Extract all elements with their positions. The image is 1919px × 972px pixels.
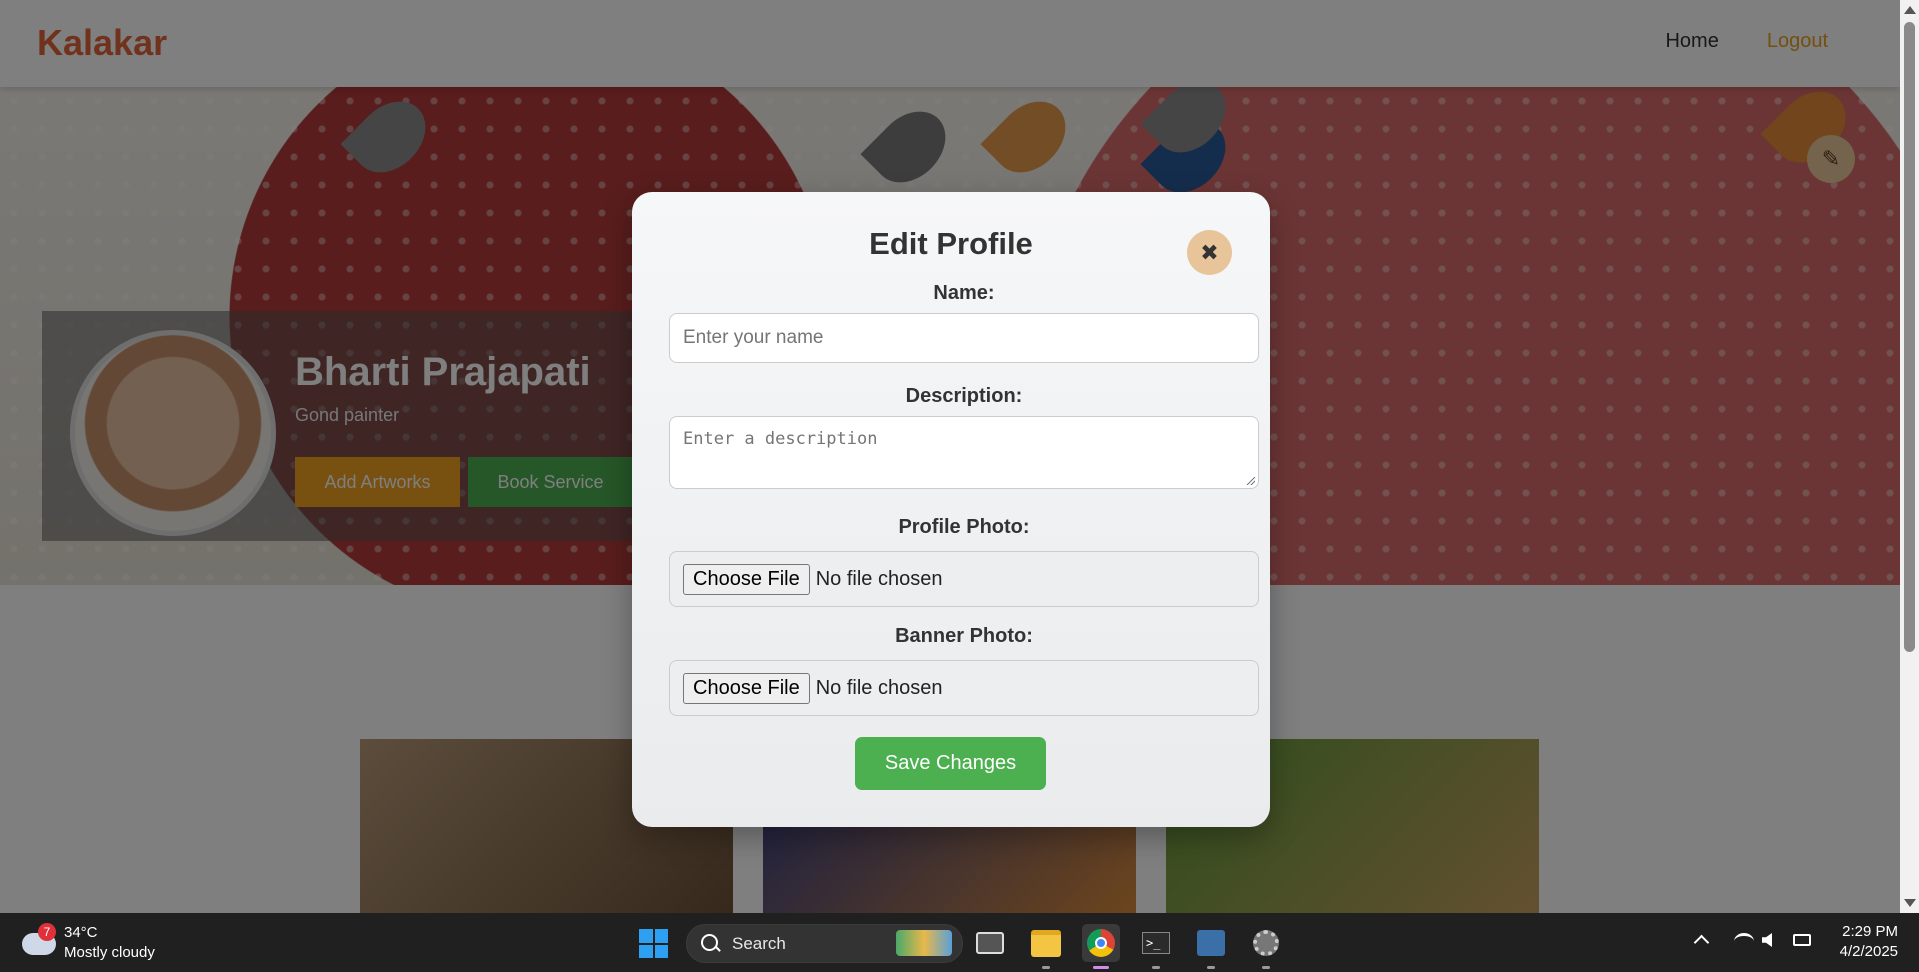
running-indicator: [1262, 966, 1270, 969]
edit-profile-modal: Edit Profile ✖ Name: Enter your name Des…: [632, 192, 1270, 827]
name-input-placeholder: Enter your name: [683, 327, 824, 348]
close-icon: ✖: [1200, 239, 1219, 265]
folder-icon: [1031, 929, 1061, 957]
description-placeholder: Enter a description: [683, 429, 878, 449]
terminal-icon: >_: [1142, 932, 1170, 954]
modal-title: Edit Profile: [869, 226, 1033, 261]
close-button[interactable]: ✖: [1187, 230, 1232, 275]
banner-photo-label: Banner Photo:: [895, 625, 1033, 647]
banner-photo-input[interactable]: Choose File No file chosen: [669, 660, 1259, 716]
running-indicator: [1152, 966, 1160, 969]
save-changes-button[interactable]: Save Changes: [855, 737, 1046, 790]
weather-badge: 7: [38, 923, 56, 941]
taskbar-search[interactable]: Search: [686, 924, 963, 963]
name-label: Name:: [933, 282, 995, 304]
profile-photo-choose-button[interactable]: Choose File: [683, 563, 810, 595]
running-indicator: [1093, 966, 1109, 969]
settings-button[interactable]: [1247, 924, 1285, 969]
scroll-thumb[interactable]: [1904, 22, 1915, 652]
volume-icon[interactable]: [1762, 933, 1772, 947]
chevron-up-icon[interactable]: [1693, 934, 1710, 951]
scroll-up-arrow-icon[interactable]: [1904, 6, 1916, 14]
profile-photo-input[interactable]: Choose File No file chosen: [669, 551, 1259, 607]
banner-photo-status: No file chosen: [815, 676, 943, 699]
battery-icon[interactable]: [1793, 934, 1811, 946]
profile-photo-label: Profile Photo:: [898, 516, 1030, 538]
clock-date[interactable]: 4/2/2025: [1834, 943, 1898, 960]
chrome-button[interactable]: [1082, 924, 1120, 969]
running-indicator: [1042, 966, 1050, 969]
search-highlight-icon: [896, 930, 952, 956]
profile-photo-status: No file chosen: [815, 567, 943, 590]
mysql-workbench-button[interactable]: [1192, 924, 1230, 969]
wifi-icon[interactable]: [1734, 933, 1754, 950]
clock-time[interactable]: 2:29 PM: [1834, 923, 1898, 940]
task-view-button[interactable]: [971, 924, 1009, 962]
running-indicator: [1207, 966, 1215, 969]
taskbar: 7 34°C Mostly cloudy Search >_ 2:29 PM 4…: [0, 913, 1919, 972]
resize-handle-icon[interactable]: [1247, 477, 1255, 485]
terminal-button[interactable]: >_: [1137, 924, 1175, 969]
gear-icon: [1253, 930, 1279, 956]
file-explorer-button[interactable]: [1027, 924, 1065, 969]
page-scrollbar[interactable]: [1900, 0, 1919, 913]
scroll-down-arrow-icon[interactable]: [1904, 899, 1916, 907]
description-label: Description:: [905, 385, 1023, 407]
banner-photo-choose-button[interactable]: Choose File: [683, 672, 810, 704]
weather-description: Mostly cloudy: [64, 944, 155, 961]
task-view-icon: [976, 932, 1004, 954]
windows-start-icon[interactable]: [639, 929, 668, 958]
weather-temperature: 34°C: [64, 924, 98, 941]
description-textarea[interactable]: Enter a description: [669, 416, 1259, 489]
search-icon: [701, 934, 718, 951]
chrome-icon: [1087, 929, 1115, 957]
search-label: Search: [732, 934, 786, 953]
weather-widget[interactable]: 7 34°C Mostly cloudy: [22, 921, 202, 963]
mysql-workbench-icon: [1197, 930, 1225, 956]
name-input[interactable]: Enter your name: [669, 313, 1259, 363]
